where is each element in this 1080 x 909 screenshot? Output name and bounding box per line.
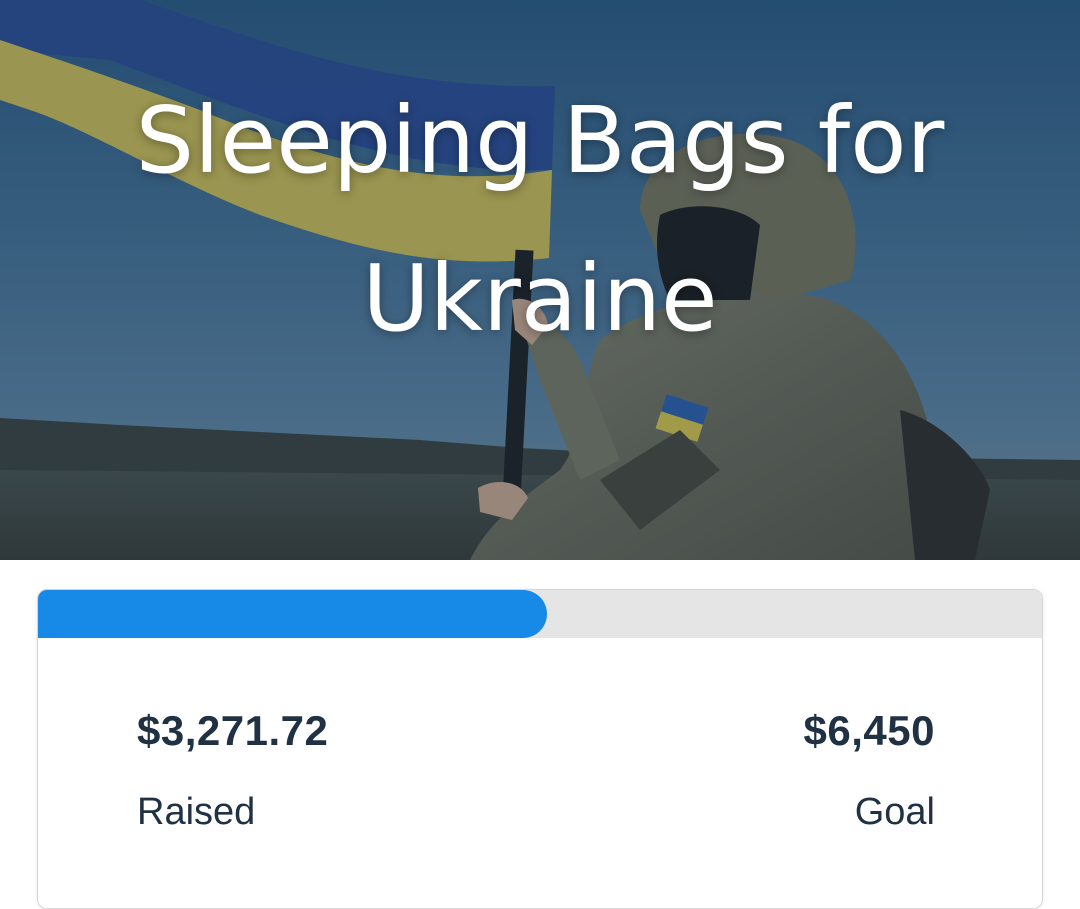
goal-label: Goal	[854, 791, 935, 833]
raised-label: Raised	[137, 791, 256, 833]
goal-amount: $6,450	[803, 707, 935, 754]
hero-banner: Sleeping Bags for Ukraine	[0, 0, 1080, 560]
campaign-title: Sleeping Bags for Ukraine	[135, 87, 945, 352]
fundraising-progress-card: $3,271.72 Raised $6,450 Goal	[37, 589, 1043, 909]
progress-bar-fill	[38, 590, 548, 638]
raised-stat: $3,271.72 Raised	[137, 707, 328, 834]
goal-stat: $6,450 Goal	[804, 707, 935, 834]
raised-amount: $3,271.72	[137, 707, 329, 754]
progress-bar	[38, 590, 1042, 638]
